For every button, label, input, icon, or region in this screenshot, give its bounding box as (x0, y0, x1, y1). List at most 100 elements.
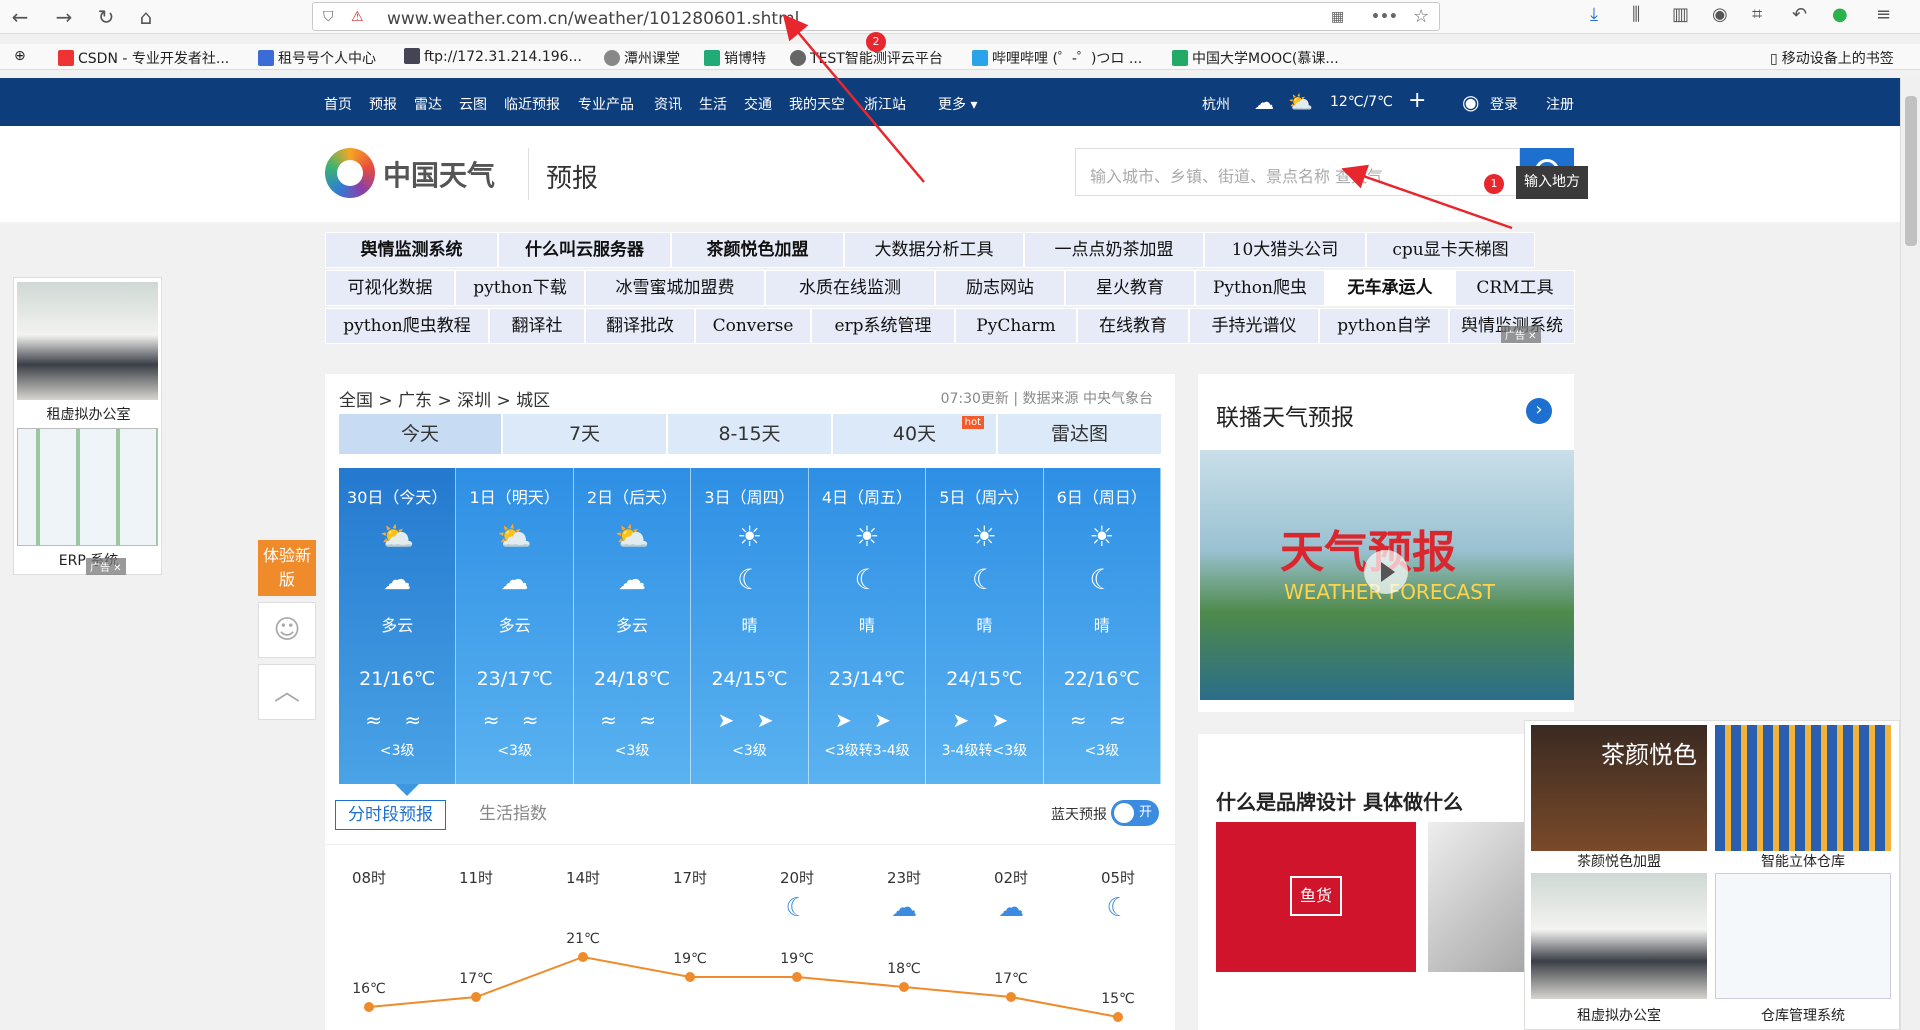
qr-code-icon[interactable]: ▦ (1331, 9, 1344, 25)
erp-image[interactable] (17, 428, 158, 546)
weather-logo-icon[interactable] (325, 148, 375, 198)
mobile-bookmarks[interactable]: ▯ 移动设备上的书签 (1770, 48, 1894, 68)
blue-sky-toggle[interactable]: 开 (1111, 800, 1159, 826)
ad-caption[interactable]: 仓库管理系统 (1715, 1005, 1891, 1025)
ad-close-mark[interactable]: 广告 ✕ (86, 558, 126, 575)
city-name[interactable]: 杭州 (1202, 94, 1230, 114)
day-forecast[interactable]: 2日（后天） ⛅ ☁ 多云 24/18℃ ≈ ≈ <3级 (574, 468, 692, 784)
ad-link[interactable]: python自学 (1319, 308, 1449, 344)
ad-link[interactable]: 10大猎头公司 (1204, 232, 1366, 268)
download-icon[interactable]: ⤓ (1590, 4, 1598, 25)
bookmark-item[interactable]: TEST智能测评云平台 (790, 48, 943, 68)
bookmark-item[interactable]: 中国大学MOOC(慕课... (1172, 48, 1339, 68)
feedback-smile-icon[interactable]: ☺ (258, 602, 316, 658)
site-logo[interactable]: 中国天气 (383, 154, 495, 194)
video-thumbnail[interactable]: 天气预报 WEATHER FORECAST (1200, 450, 1574, 700)
office-image[interactable] (17, 282, 158, 400)
bookmark-item[interactable]: CSDN - 专业开发者社... (58, 48, 229, 68)
day-forecast[interactable]: 5日（周六） ☀ ☾ 晴 24/15℃ ➤ ➤ 3-4级转<3级 (926, 468, 1044, 784)
add-city-icon[interactable]: + (1408, 88, 1426, 113)
ad-link[interactable]: 在线教育 (1077, 308, 1189, 344)
tea-shop-image[interactable]: 茶颜悦色 (1531, 725, 1707, 851)
undo-icon[interactable]: ↶ (1792, 4, 1807, 25)
ad-link[interactable]: 茶颜悦色加盟 (671, 232, 844, 268)
ad-caption[interactable]: 租虚拟办公室 (1531, 1005, 1707, 1025)
search-input[interactable]: 输入城市、乡镇、街道、景点名称 查天气 (1075, 148, 1520, 196)
nav-cloud[interactable]: 云图 (459, 94, 487, 114)
ad-link[interactable]: 翻译社 (489, 308, 585, 344)
ad-close-mark[interactable]: 广告 ✕ (1501, 326, 1541, 343)
nav-more[interactable]: 更多 ▾ (938, 94, 977, 114)
shield-icon[interactable]: ⛉ (323, 9, 334, 25)
ad-link[interactable]: CRM工具 (1455, 270, 1575, 306)
tab-today[interactable]: 今天 (339, 414, 501, 454)
left-ad[interactable]: 租虚拟办公室 ERP 系统 广告 ✕ (13, 277, 162, 575)
ad-link[interactable]: 翻译批改 (585, 308, 695, 344)
wms-diagram-image[interactable] (1715, 873, 1891, 999)
tab-7days[interactable]: 7天 (503, 414, 666, 454)
bookmark-item[interactable]: 销博特 (704, 48, 766, 68)
sidebar-icon[interactable]: ▥ (1672, 4, 1689, 25)
insecure-lock-icon[interactable]: ⚠ (351, 9, 364, 25)
ad-link[interactable]: 水质在线监测 (765, 270, 935, 306)
tab-life-index[interactable]: 生活指数 (467, 800, 559, 830)
day-forecast[interactable]: 30日（今天） ⛅ ☁ 多云 21/16℃ ≈ ≈ <3级 (339, 468, 457, 784)
card-title[interactable]: 联播天气预报 (1216, 398, 1354, 432)
brand-image[interactable]: 鱼货 (1216, 822, 1416, 972)
bookmark-item[interactable]: 潭州课堂 (604, 48, 680, 68)
nav-mysky[interactable]: 我的天空 (789, 94, 845, 114)
ad-link[interactable]: 冰雪蜜城加盟费 (585, 270, 765, 306)
register-link[interactable]: 注册 (1546, 94, 1574, 114)
nav-forecast[interactable]: 预报 (369, 94, 397, 114)
library-icon[interactable]: ⫼ (1632, 4, 1640, 25)
card-title[interactable]: 什么是品牌设计 具体做什么 (1216, 786, 1463, 815)
floating-ad[interactable]: 茶颜悦色 茶颜悦色加盟 智能立体仓库 租虚拟办公室 仓库管理系统 (1524, 720, 1900, 1030)
scrollbar-thumb[interactable] (1905, 96, 1917, 246)
nav-radar[interactable]: 雷达 (414, 94, 442, 114)
ad-caption[interactable]: 智能立体仓库 (1715, 851, 1891, 871)
breadcrumb[interactable]: 全国 > 广东 > 深圳 > 城区 (339, 386, 550, 411)
day-forecast[interactable]: 6日（周日） ☀ ☾ 晴 22/16℃ ≈ ≈ <3级 (1044, 468, 1161, 784)
ad-link[interactable]: 可视化数据 (325, 270, 455, 306)
home-icon[interactable]: ⌂ (132, 4, 160, 30)
ad-link[interactable]: Python爬虫 (1195, 270, 1325, 306)
day-forecast[interactable]: 4日（周五） ☀ ☾ 晴 23/14℃ ➤ ➤ <3级转3-4级 (809, 468, 927, 784)
address-bar[interactable]: ⛉ ⚠ www.weather.com.cn/weather/101280601… (312, 2, 1440, 31)
page-scrollbar[interactable] (1900, 78, 1920, 1030)
more-icon[interactable]: ••• (1371, 9, 1398, 25)
ad-link[interactable]: 一点点奶茶加盟 (1024, 232, 1204, 268)
ad-link[interactable]: PyCharm (955, 308, 1077, 344)
ad-link[interactable]: 什么叫云服务器 (498, 232, 671, 268)
play-icon[interactable] (1364, 550, 1408, 594)
url-text[interactable]: www.weather.com.cn/weather/101280601.sht… (387, 9, 799, 29)
office-image[interactable] (1531, 873, 1707, 999)
warehouse-image[interactable] (1715, 725, 1891, 851)
back-arrow-icon[interactable]: ← (6, 4, 34, 30)
tab-radar[interactable]: 雷达图 (998, 414, 1161, 454)
ad-link[interactable]: 大数据分析工具 (844, 232, 1024, 268)
ad-caption[interactable]: 茶颜悦色加盟 (1531, 851, 1707, 871)
chevron-right-icon[interactable]: › (1526, 398, 1552, 424)
ad-link[interactable]: cpu显卡天梯图 (1366, 232, 1535, 268)
ad-link[interactable]: python爬虫教程 (325, 308, 489, 344)
nav-nowcast[interactable]: 临近预报 (504, 94, 560, 114)
day-forecast[interactable]: 3日（周四） ☀ ☾ 晴 24/15℃ ➤ ➤ <3级 (691, 468, 809, 784)
tab-40days[interactable]: 40天 hot (833, 414, 996, 454)
tab-hourly[interactable]: 分时段预报 (335, 800, 446, 830)
bookmark-item[interactable]: 哔哩哔哩 (゜-゜)つロ ... (972, 48, 1142, 68)
reload-icon[interactable]: ↻ (92, 4, 120, 30)
crop-icon[interactable]: ⌗ (1752, 4, 1762, 25)
ad-link[interactable]: 星火教育 (1065, 270, 1195, 306)
forward-arrow-icon[interactable]: → (50, 4, 78, 30)
nav-home[interactable]: 首页 (324, 94, 352, 114)
day-forecast[interactable]: 1日（明天） ⛅ ☁ 多云 23/17℃ ≈ ≈ <3级 (456, 468, 574, 784)
login-link[interactable]: 登录 (1490, 94, 1518, 114)
menu-icon[interactable]: ≡ (1876, 4, 1891, 25)
back-to-top-icon[interactable]: ︿ (258, 664, 316, 720)
account-icon[interactable]: ◉ (1712, 4, 1728, 25)
ad-link[interactable]: 励志网站 (935, 270, 1065, 306)
user-icon[interactable]: ◉ (1462, 90, 1479, 114)
ad-link[interactable]: erp系统管理 (811, 308, 955, 344)
ad-link[interactable]: 手持光谱仪 (1189, 308, 1319, 344)
bookmark-item[interactable]: ftp://172.31.214.196... (404, 48, 582, 65)
